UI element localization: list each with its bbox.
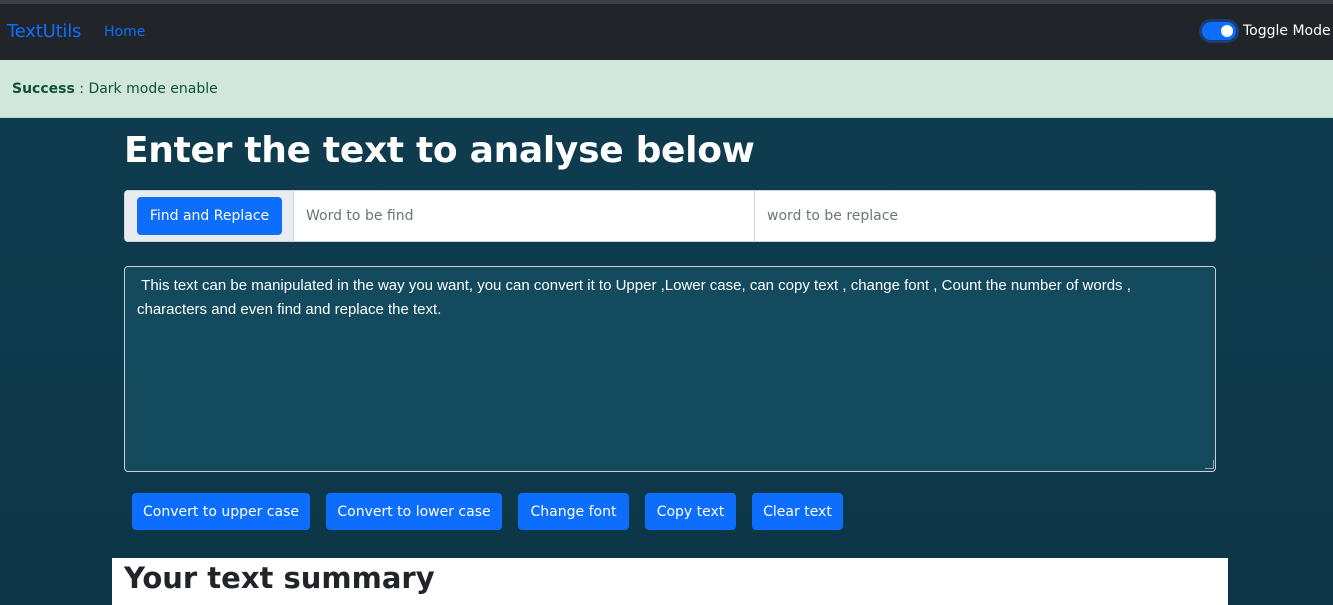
text-input-area[interactable]: This text can be manipulated in the way … <box>124 266 1216 472</box>
change-font-button[interactable]: Change font <box>518 493 629 530</box>
find-replace-group: Find and Replace <box>124 190 1216 242</box>
toggle-knob <box>1221 25 1233 37</box>
find-replace-addon: Find and Replace <box>125 191 294 241</box>
nav-link-home[interactable]: Home <box>104 24 145 40</box>
navbar: TextUtils Home Toggle Mode <box>0 4 1333 60</box>
convert-upper-button[interactable]: Convert to upper case <box>132 493 310 530</box>
alert-message: Dark mode enable <box>88 81 218 97</box>
convert-lower-button[interactable]: Convert to lower case <box>326 493 502 530</box>
textarea-resize-handle[interactable] <box>1205 460 1214 469</box>
alert-text: Success : Dark mode enable <box>12 81 218 97</box>
find-and-replace-button[interactable]: Find and Replace <box>137 197 282 235</box>
toggle-mode-label[interactable]: Toggle Mode <box>1243 23 1331 39</box>
summary-heading: Your text summary <box>124 561 435 595</box>
success-alert: Success : Dark mode enable <box>0 60 1333 118</box>
alert-separator: : <box>74 81 89 97</box>
clear-text-button[interactable]: Clear text <box>752 493 843 530</box>
find-word-input[interactable] <box>294 191 755 241</box>
copy-text-button[interactable]: Copy text <box>645 493 736 530</box>
dark-mode-toggle[interactable] <box>1202 22 1236 40</box>
alert-type: Success <box>12 81 75 97</box>
brand-logo[interactable]: TextUtils <box>7 21 81 42</box>
page-title: Enter the text to analyse below <box>124 130 755 171</box>
replace-word-input[interactable] <box>755 191 1215 241</box>
